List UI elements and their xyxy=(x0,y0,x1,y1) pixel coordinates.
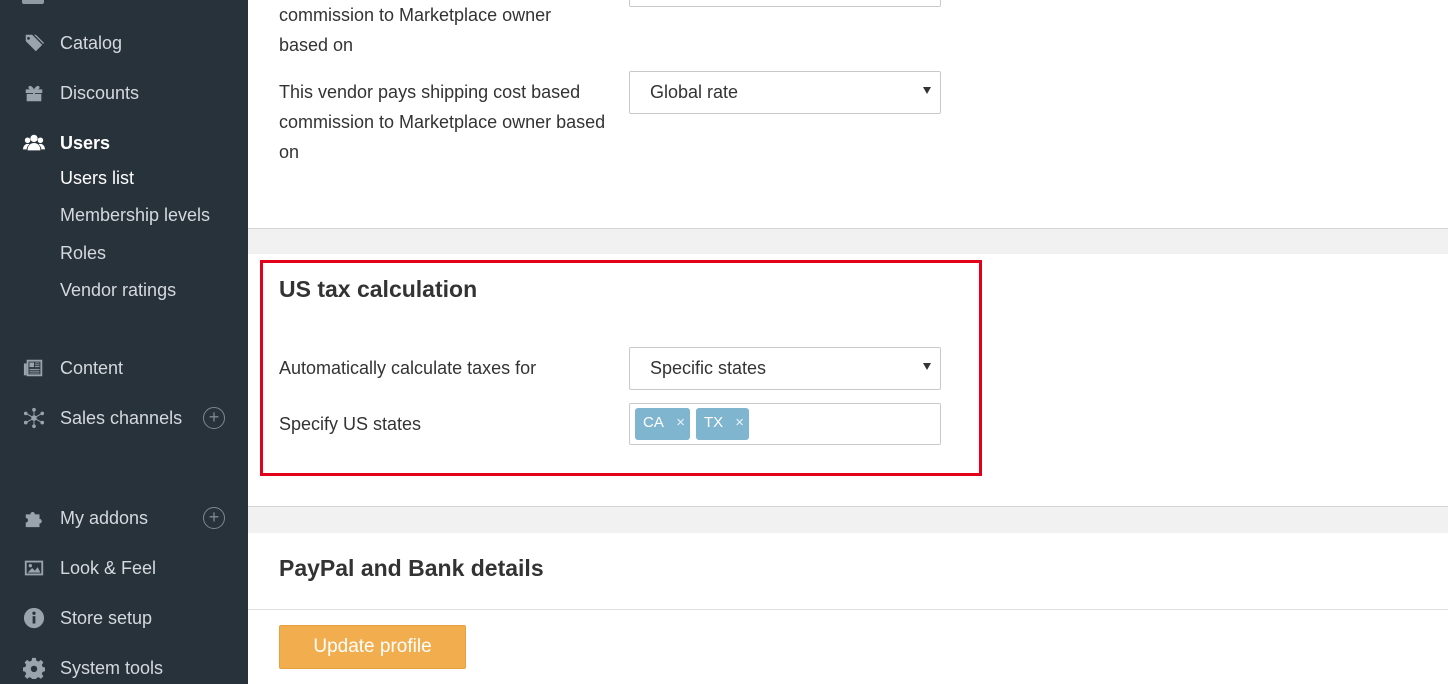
auto-calc-taxes-label: Automatically calculate taxes for xyxy=(279,358,537,378)
sidebar-item-label: Users xyxy=(60,132,111,153)
sidebar-item-label: System tools xyxy=(60,657,164,678)
gear-icon xyxy=(22,656,46,680)
sidebar-item-system-tools[interactable]: System tools xyxy=(0,653,248,683)
us-states-label: Specify US states xyxy=(279,414,422,434)
state-tag-ca: CA × xyxy=(635,408,690,440)
users-icon xyxy=(22,131,46,155)
sidebar-item-sales-channels[interactable]: Sales channels + xyxy=(0,403,248,433)
sidebar-item-label: Sales channels xyxy=(60,407,183,428)
update-profile-button[interactable]: Update profile xyxy=(279,625,466,669)
sidebar-item-users[interactable]: Users xyxy=(0,128,248,158)
expand-plus-icon[interactable]: + xyxy=(203,407,225,429)
remove-tag-icon[interactable]: × xyxy=(676,408,685,438)
remove-tag-icon[interactable]: × xyxy=(735,408,744,438)
state-tag-tx: TX × xyxy=(696,408,749,440)
sidebar-item-discounts[interactable]: Discounts xyxy=(0,78,248,108)
caret-down-icon xyxy=(923,363,931,370)
expand-plus-icon[interactable]: + xyxy=(203,507,225,529)
vendor-pays-shipping-label: This vendor pays shipping cost based com… xyxy=(279,82,606,162)
shipping-previous-select[interactable] xyxy=(629,0,941,7)
tag-label: CA xyxy=(643,414,664,431)
sidebar-item-label: Discounts xyxy=(60,82,140,103)
sidebar-item-label: Content xyxy=(60,357,124,378)
submenu-membership-levels[interactable]: Membership levels xyxy=(60,205,210,231)
newspaper-icon xyxy=(22,356,46,380)
image-icon xyxy=(22,556,46,580)
caret-down-icon xyxy=(923,87,931,94)
tag-label: TX xyxy=(704,414,724,431)
divider xyxy=(248,609,1448,610)
sidebar: Catalog Discounts Users Users list Membe… xyxy=(0,0,248,684)
shipping-previous-label: commission to Marketplace owner based on xyxy=(279,5,552,55)
sidebar-item-content[interactable]: Content xyxy=(0,353,248,383)
network-icon xyxy=(22,406,46,430)
sidebar-item-look-and-feel[interactable]: Look & Feel xyxy=(0,553,248,583)
puzzle-icon xyxy=(22,506,46,530)
sidebar-item-label: Catalog xyxy=(60,32,123,53)
auto-calc-taxes-select[interactable]: Specific states xyxy=(629,347,941,390)
submenu-vendor-ratings[interactable]: Vendor ratings xyxy=(60,280,176,306)
submenu-roles[interactable]: Roles xyxy=(60,243,106,269)
gift-icon xyxy=(22,81,46,105)
us-states-tag-input[interactable]: CA × TX × xyxy=(629,403,941,445)
sidebar-item-label: My addons xyxy=(60,507,149,528)
us-tax-title: US tax calculation xyxy=(279,276,478,302)
submenu-users-list[interactable]: Users list xyxy=(60,168,134,194)
paypal-bank-title: PayPal and Bank details xyxy=(279,555,544,581)
select-value: Global rate xyxy=(650,82,739,102)
sidebar-item-label: Store setup xyxy=(60,607,153,628)
vendor-pays-shipping-select[interactable]: Global rate xyxy=(629,71,941,114)
info-icon xyxy=(22,606,46,630)
sidebar-item-label: Look & Feel xyxy=(60,557,157,578)
menu-icon[interactable] xyxy=(22,0,44,4)
tags-icon xyxy=(22,31,46,55)
sidebar-item-my-addons[interactable]: My addons + xyxy=(0,503,248,533)
sidebar-item-store-setup[interactable]: Store setup xyxy=(0,603,248,633)
select-value: Specific states xyxy=(650,358,767,378)
sidebar-item-catalog[interactable]: Catalog xyxy=(0,28,248,58)
